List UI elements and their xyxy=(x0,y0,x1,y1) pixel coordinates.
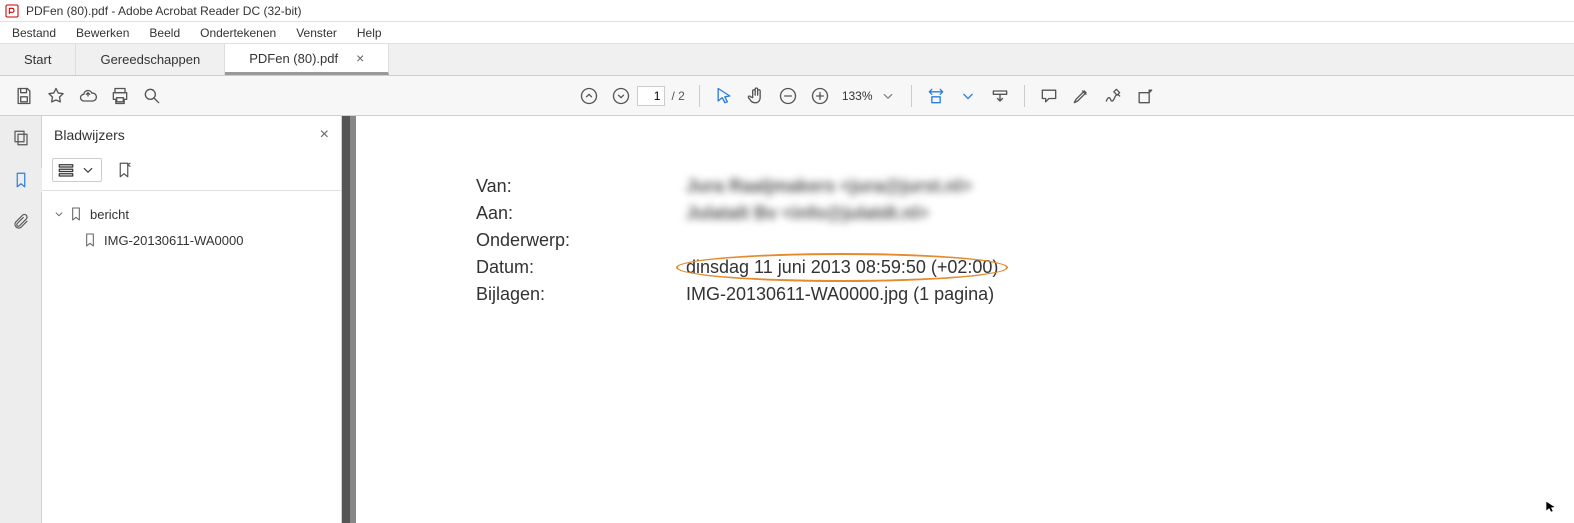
label-to: Aan: xyxy=(476,203,686,224)
page-total: / 2 xyxy=(671,89,684,103)
bookmarks-panel: Bladwijzers × bericht IMG-20130611-WA000… xyxy=(42,116,342,523)
menu-window[interactable]: Venster xyxy=(286,24,347,42)
separator xyxy=(911,85,912,107)
attachments-icon[interactable] xyxy=(9,210,33,234)
selection-arrow-icon[interactable] xyxy=(708,80,740,112)
label-attachments: Bijlagen: xyxy=(476,284,686,305)
panel-close-icon[interactable]: × xyxy=(320,126,329,144)
page-down-icon[interactable] xyxy=(605,80,637,112)
thumbnails-icon[interactable] xyxy=(9,126,33,150)
gutter xyxy=(342,116,350,523)
fit-width-icon[interactable] xyxy=(920,80,952,112)
menu-view[interactable]: Beeld xyxy=(139,24,190,42)
read-mode-icon[interactable] xyxy=(984,80,1016,112)
sign-icon[interactable] xyxy=(1097,80,1129,112)
rotate-icon[interactable] xyxy=(1129,80,1161,112)
date-highlight: dinsdag 11 juni 2013 08:59:50 (+02:00) xyxy=(686,257,998,278)
menu-sign[interactable]: Ondertekenen xyxy=(190,24,286,42)
tab-document[interactable]: PDFen (80).pdf × xyxy=(225,44,389,75)
cloud-upload-icon[interactable] xyxy=(72,80,104,112)
menu-edit[interactable]: Bewerken xyxy=(66,24,139,42)
label-from: Van: xyxy=(476,176,686,197)
field-to: Aan: Julatalt Bv <info@julatdt.nl> xyxy=(476,203,1534,224)
separator xyxy=(1024,85,1025,107)
new-bookmark-icon[interactable] xyxy=(112,158,136,182)
bookmarks-icon[interactable] xyxy=(9,168,33,192)
save-icon[interactable] xyxy=(8,80,40,112)
highlight-icon[interactable] xyxy=(1065,80,1097,112)
panel-header: Bladwijzers × xyxy=(42,116,341,154)
bookmark-label: IMG-20130611-WA0000 xyxy=(104,233,243,248)
field-subject: Onderwerp: xyxy=(476,230,1534,251)
window-title: PDFen (80).pdf - Adobe Acrobat Reader DC… xyxy=(26,4,301,18)
comment-icon[interactable] xyxy=(1033,80,1065,112)
bookmark-tree: bericht IMG-20130611-WA0000 xyxy=(42,191,341,263)
close-icon[interactable]: × xyxy=(356,50,364,66)
zoom-select[interactable]: 133% xyxy=(836,87,903,105)
panel-title: Bladwijzers xyxy=(54,127,125,143)
field-date: Datum: dinsdag 11 juni 2013 08:59:50 (+0… xyxy=(476,257,1534,278)
menu-file[interactable]: Bestand xyxy=(2,24,66,42)
tab-bar: Start Gereedschappen PDFen (80).pdf × xyxy=(0,44,1574,76)
value-attachments: IMG-20130611-WA0000.jpg (1 pagina) xyxy=(686,284,994,305)
zoom-in-icon[interactable] xyxy=(804,80,836,112)
tab-start[interactable]: Start xyxy=(0,44,76,75)
page: Van: Jura Raaljmakers <jura@jurst.nl> Aa… xyxy=(356,116,1574,523)
label-date: Datum: xyxy=(476,257,686,278)
bookmark-node-child[interactable]: IMG-20130611-WA0000 xyxy=(50,227,333,253)
bookmark-icon xyxy=(82,231,98,249)
label-subject: Onderwerp: xyxy=(476,230,686,251)
bookmark-label: bericht xyxy=(90,207,129,222)
separator xyxy=(699,85,700,107)
toolbar: / 2 133% xyxy=(0,76,1574,116)
menu-bar: Bestand Bewerken Beeld Ondertekenen Vens… xyxy=(0,22,1574,44)
page-up-icon[interactable] xyxy=(573,80,605,112)
panel-tools xyxy=(42,154,341,191)
zoom-out-icon[interactable] xyxy=(772,80,804,112)
field-from: Van: Jura Raaljmakers <jura@jurst.nl> xyxy=(476,176,1534,197)
app-icon xyxy=(4,3,20,19)
value-from: Jura Raaljmakers <jura@jurst.nl> xyxy=(686,176,972,197)
menu-help[interactable]: Help xyxy=(347,24,392,42)
bookmark-icon xyxy=(68,205,84,223)
field-attachments: Bijlagen: IMG-20130611-WA0000.jpg (1 pag… xyxy=(476,284,1534,305)
bookmark-node-root[interactable]: bericht xyxy=(50,201,333,227)
fit-width-dropdown-icon[interactable] xyxy=(952,80,984,112)
value-to: Julatalt Bv <info@julatdt.nl> xyxy=(686,203,929,224)
left-rail xyxy=(0,116,42,523)
search-icon[interactable] xyxy=(136,80,168,112)
document-view[interactable]: Van: Jura Raaljmakers <jura@jurst.nl> Aa… xyxy=(342,116,1574,523)
value-date: dinsdag 11 juni 2013 08:59:50 (+02:00) xyxy=(686,257,998,278)
tab-tools[interactable]: Gereedschappen xyxy=(76,44,225,75)
page-number-input[interactable] xyxy=(637,86,665,106)
print-icon[interactable] xyxy=(104,80,136,112)
title-bar: PDFen (80).pdf - Adobe Acrobat Reader DC… xyxy=(0,0,1574,22)
hand-icon[interactable] xyxy=(740,80,772,112)
cursor-icon xyxy=(1544,500,1558,517)
star-icon[interactable] xyxy=(40,80,72,112)
bookmark-options-button[interactable] xyxy=(52,158,102,182)
caret-down-icon[interactable] xyxy=(52,205,66,223)
main: Bladwijzers × bericht IMG-20130611-WA000… xyxy=(0,116,1574,523)
